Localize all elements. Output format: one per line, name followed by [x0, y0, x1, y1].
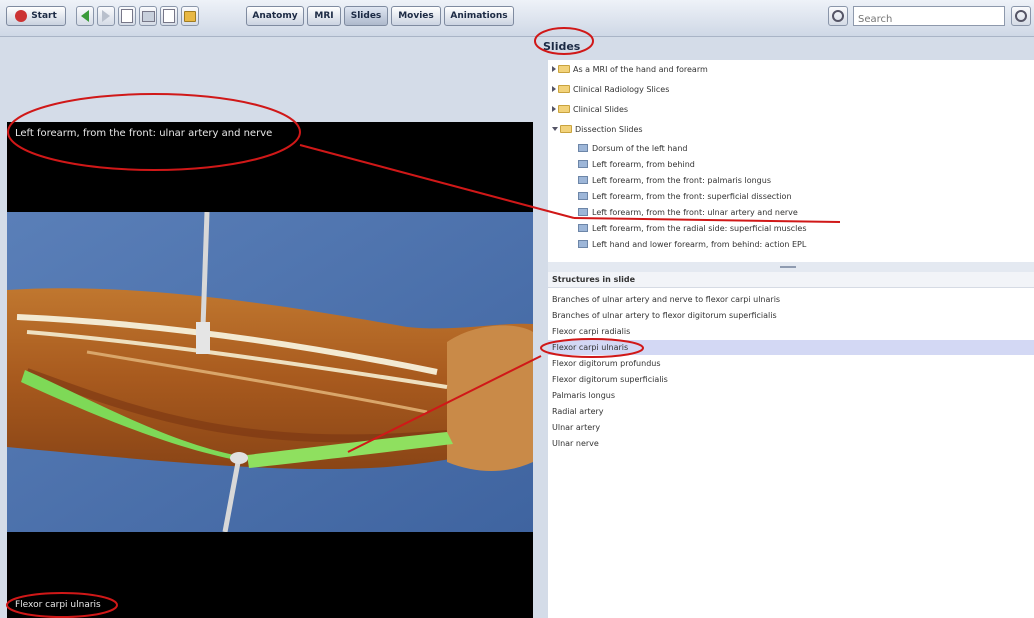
print-icon[interactable] [139, 6, 157, 26]
folder-icon [558, 105, 570, 113]
slide-icon [578, 208, 588, 216]
slide-viewer[interactable]: Left forearm, from the front: ulnar arte… [7, 122, 533, 618]
tab-anatomy[interactable]: Anatomy [246, 6, 304, 26]
tab-slides[interactable]: Slides [344, 6, 388, 26]
right-pane: Slides As a MRI of the hand and forearm … [535, 40, 1034, 618]
structure-item[interactable]: Ulnar artery [548, 420, 1034, 435]
structures-header: Structures in slide [548, 272, 1034, 288]
folder-icon [560, 125, 572, 133]
slide-icon [578, 192, 588, 200]
tree-folder[interactable]: Clinical Slides [552, 102, 628, 116]
structure-item[interactable]: Radial artery [548, 404, 1034, 419]
slide-icon [578, 176, 588, 184]
start-button[interactable]: Start [6, 6, 66, 26]
structure-item[interactable]: Branches of ulnar artery to flexor digit… [548, 308, 1034, 323]
search-field[interactable] [853, 6, 1005, 28]
expand-arrow-icon[interactable] [552, 106, 556, 112]
structure-item[interactable]: Branches of ulnar artery and nerve to fl… [548, 292, 1034, 307]
structure-item[interactable]: Flexor digitorum profundus [548, 356, 1034, 371]
tree-slide-item-selected[interactable]: Left forearm, from the front: ulnar arte… [578, 205, 798, 219]
dissection-photo[interactable] [7, 212, 533, 532]
tree-slide-item[interactable]: Dorsum of the left hand [578, 141, 687, 155]
slides-tree[interactable]: As a MRI of the hand and forearm Clinica… [548, 60, 1034, 282]
tree-folder-open[interactable]: Dissection Slides [552, 122, 643, 136]
structure-item[interactable]: Flexor carpi radialis [548, 324, 1034, 339]
folder-icon [558, 85, 570, 93]
structure-item[interactable]: Ulnar nerve [548, 436, 1034, 451]
structure-item-selected[interactable]: Flexor carpi ulnaris [548, 340, 1034, 355]
slide-icon [578, 144, 588, 152]
tab-animations[interactable]: Animations [444, 6, 514, 26]
search-input[interactable] [858, 11, 998, 28]
start-button-label: Start [31, 11, 57, 21]
slide-icon [578, 224, 588, 232]
structures-list[interactable]: Structures in slide Branches of ulnar ar… [548, 272, 1034, 618]
start-logo-icon [15, 10, 28, 22]
back-arrow-icon[interactable] [76, 6, 94, 26]
slide-icon [578, 160, 588, 168]
lock-icon[interactable] [181, 6, 199, 26]
tab-movies[interactable]: Movies [391, 6, 441, 26]
tree-slide-item[interactable]: Left forearm, from the front: superficia… [578, 189, 792, 203]
search-options-icon[interactable] [1011, 6, 1031, 26]
search-icon[interactable] [828, 6, 848, 26]
folder-icon [558, 65, 570, 73]
structure-caption: Flexor carpi ulnaris [15, 600, 101, 610]
slide-icon [578, 240, 588, 248]
structure-item[interactable]: Flexor digitorum superficialis [548, 372, 1034, 387]
main-toolbar: Start Anatomy MRI Slides Movies Animatio… [0, 0, 1034, 37]
expand-arrow-icon[interactable] [552, 86, 556, 92]
notes-icon[interactable] [160, 6, 178, 26]
slide-title: Left forearm, from the front: ulnar arte… [15, 128, 273, 139]
tree-slide-item[interactable]: Left forearm, from the radial side: supe… [578, 221, 807, 235]
tab-mri[interactable]: MRI [307, 6, 341, 26]
copy-icon[interactable] [118, 6, 136, 26]
tree-folder[interactable]: Clinical Radiology Slices [552, 82, 669, 96]
collapse-arrow-icon[interactable] [552, 127, 558, 131]
expand-arrow-icon[interactable] [552, 66, 556, 72]
slides-panel-label: Slides [543, 40, 581, 53]
tree-slide-item[interactable]: Left forearm, from the front: palmaris l… [578, 173, 771, 187]
tree-slide-item[interactable]: Left hand and lower forearm, from behind… [578, 237, 806, 251]
tree-folder[interactable]: As a MRI of the hand and forearm [552, 62, 708, 76]
structure-item[interactable]: Palmaris longus [548, 388, 1034, 403]
tree-slide-item[interactable]: Left forearm, from behind [578, 157, 695, 171]
pane-splitter[interactable] [548, 262, 1034, 272]
forward-arrow-icon[interactable] [97, 6, 115, 26]
